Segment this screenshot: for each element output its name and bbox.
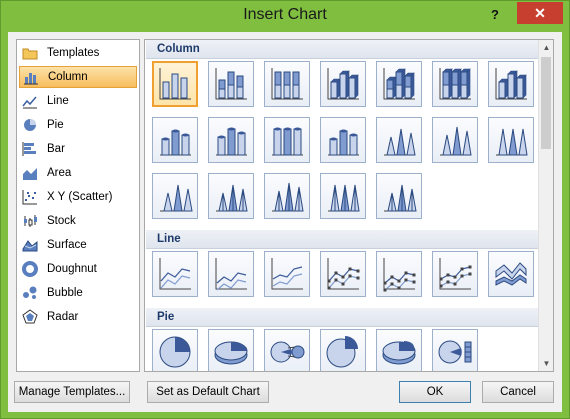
radar-chart-icon: [22, 309, 38, 325]
exploded-3d-pie-icon[interactable]: [376, 329, 422, 371]
chart-type-label: Column: [48, 71, 88, 83]
chart-type-label: Bubble: [47, 287, 83, 299]
ok-button[interactable]: OK: [399, 381, 471, 403]
stock-chart-icon: [22, 213, 38, 229]
cancel-button[interactable]: Cancel: [482, 381, 554, 403]
3d-column-icon[interactable]: [488, 61, 534, 107]
column-chart-icon: [23, 69, 39, 85]
help-button[interactable]: ?: [485, 5, 505, 25]
scroll-down-arrow-icon[interactable]: ▼: [539, 356, 553, 371]
exploded-pie-icon[interactable]: [320, 329, 366, 371]
scatter-chart-icon: [22, 189, 38, 205]
chart-type-label: Doughnut: [47, 263, 97, 275]
chart-type-surface[interactable]: Surface: [19, 234, 137, 256]
3d-stacked-column-icon[interactable]: [376, 61, 422, 107]
scroll-up-arrow-icon[interactable]: ▲: [539, 40, 553, 55]
bar-chart-icon: [22, 141, 38, 157]
folder-icon: [22, 45, 38, 61]
chart-type-label: Bar: [47, 143, 65, 155]
section-header-pie: Pie: [146, 308, 538, 327]
3d-pyramid-icon[interactable]: [376, 173, 422, 219]
scrollbar-thumb[interactable]: [541, 57, 551, 149]
pie-of-pie-icon[interactable]: [264, 329, 310, 371]
line-icon[interactable]: [152, 251, 198, 297]
3d-cone-icon[interactable]: [152, 173, 198, 219]
stacked-line-icon[interactable]: [208, 251, 254, 297]
3d-cylinder-icon[interactable]: [320, 117, 366, 163]
100-percent-stacked-cone-icon[interactable]: [488, 117, 534, 163]
stacked-pyramid-icon[interactable]: [264, 173, 310, 219]
stacked-column-icon[interactable]: [208, 61, 254, 107]
pie-icon[interactable]: [152, 329, 198, 371]
clustered-pyramid-icon[interactable]: [208, 173, 254, 219]
gallery-scrollbar[interactable]: ▲ ▼: [538, 40, 553, 371]
chart-type-column[interactable]: Column: [19, 66, 137, 88]
chart-type-x-y-scatter[interactable]: X Y (Scatter): [19, 186, 137, 208]
100-percent-stacked-line-icon[interactable]: [264, 251, 310, 297]
section-header-column: Column: [146, 40, 538, 59]
chart-type-label: Surface: [47, 239, 87, 251]
stacked-line-with-markers-icon[interactable]: [376, 251, 422, 297]
chart-type-label: Radar: [47, 311, 79, 323]
chart-type-radar[interactable]: Radar: [19, 306, 137, 328]
100-percent-stacked-pyramid-icon[interactable]: [320, 173, 366, 219]
bubble-chart-icon: [22, 285, 38, 301]
doughnut-chart-icon: [22, 261, 38, 277]
manage-templates-button[interactable]: Manage Templates...: [14, 381, 130, 403]
dialog-body: Templates Column Line Pie Bar Area X Y (Scatte…: [8, 32, 562, 412]
chart-type-line[interactable]: Line: [19, 90, 137, 112]
chart-type-label: Stock: [47, 215, 76, 227]
stacked-cone-icon[interactable]: [432, 117, 478, 163]
clustered-cone-icon[interactable]: [376, 117, 422, 163]
close-button[interactable]: ✕: [517, 2, 563, 24]
100-percent-stacked-column-icon[interactable]: [264, 61, 310, 107]
stacked-cylinder-icon[interactable]: [208, 117, 254, 163]
chart-type-label: Line: [47, 95, 69, 107]
3d-100-percent-stacked-column-icon[interactable]: [432, 61, 478, 107]
chart-type-stock[interactable]: Stock: [19, 210, 137, 232]
100-percent-stacked-line-with-markers-icon[interactable]: [432, 251, 478, 297]
insert-chart-dialog: Insert Chart ? ✕ Templates Column Line Pie B…: [0, 0, 570, 419]
chart-type-templates[interactable]: Templates: [19, 42, 137, 64]
title-bar[interactable]: Insert Chart ? ✕: [1, 1, 569, 33]
bar-of-pie-icon[interactable]: [432, 329, 478, 371]
chart-type-bubble[interactable]: Bubble: [19, 282, 137, 304]
dialog-title: Insert Chart: [243, 6, 327, 23]
chart-type-pie[interactable]: Pie: [19, 114, 137, 136]
section-header-line: Line: [146, 230, 538, 249]
line-chart-icon: [22, 93, 38, 109]
100-percent-stacked-cylinder-icon[interactable]: [264, 117, 310, 163]
chart-type-bar[interactable]: Bar: [19, 138, 137, 160]
chart-type-label: Area: [47, 167, 72, 179]
chart-type-label: Pie: [47, 119, 64, 131]
chart-type-area[interactable]: Area: [19, 162, 137, 184]
3d-clustered-column-icon[interactable]: [320, 61, 366, 107]
line-with-markers-icon[interactable]: [320, 251, 366, 297]
chart-type-list: Templates Column Line Pie Bar Area X Y (Scatte…: [16, 39, 140, 372]
clustered-column-icon[interactable]: [152, 61, 198, 107]
surface-chart-icon: [22, 237, 38, 253]
area-chart-icon: [22, 165, 38, 181]
chart-type-label: Templates: [47, 47, 100, 59]
pie-chart-icon: [22, 117, 38, 133]
chart-type-label: X Y (Scatter): [47, 191, 113, 203]
3d-pie-icon[interactable]: [208, 329, 254, 371]
chart-subtype-gallery: ▲ ▼ Column Line Pie: [144, 39, 554, 372]
3d-line-icon[interactable]: [488, 251, 534, 297]
set-as-default-chart-button[interactable]: Set as Default Chart: [147, 381, 269, 403]
clustered-cylinder-icon[interactable]: [152, 117, 198, 163]
chart-type-doughnut[interactable]: Doughnut: [19, 258, 137, 280]
